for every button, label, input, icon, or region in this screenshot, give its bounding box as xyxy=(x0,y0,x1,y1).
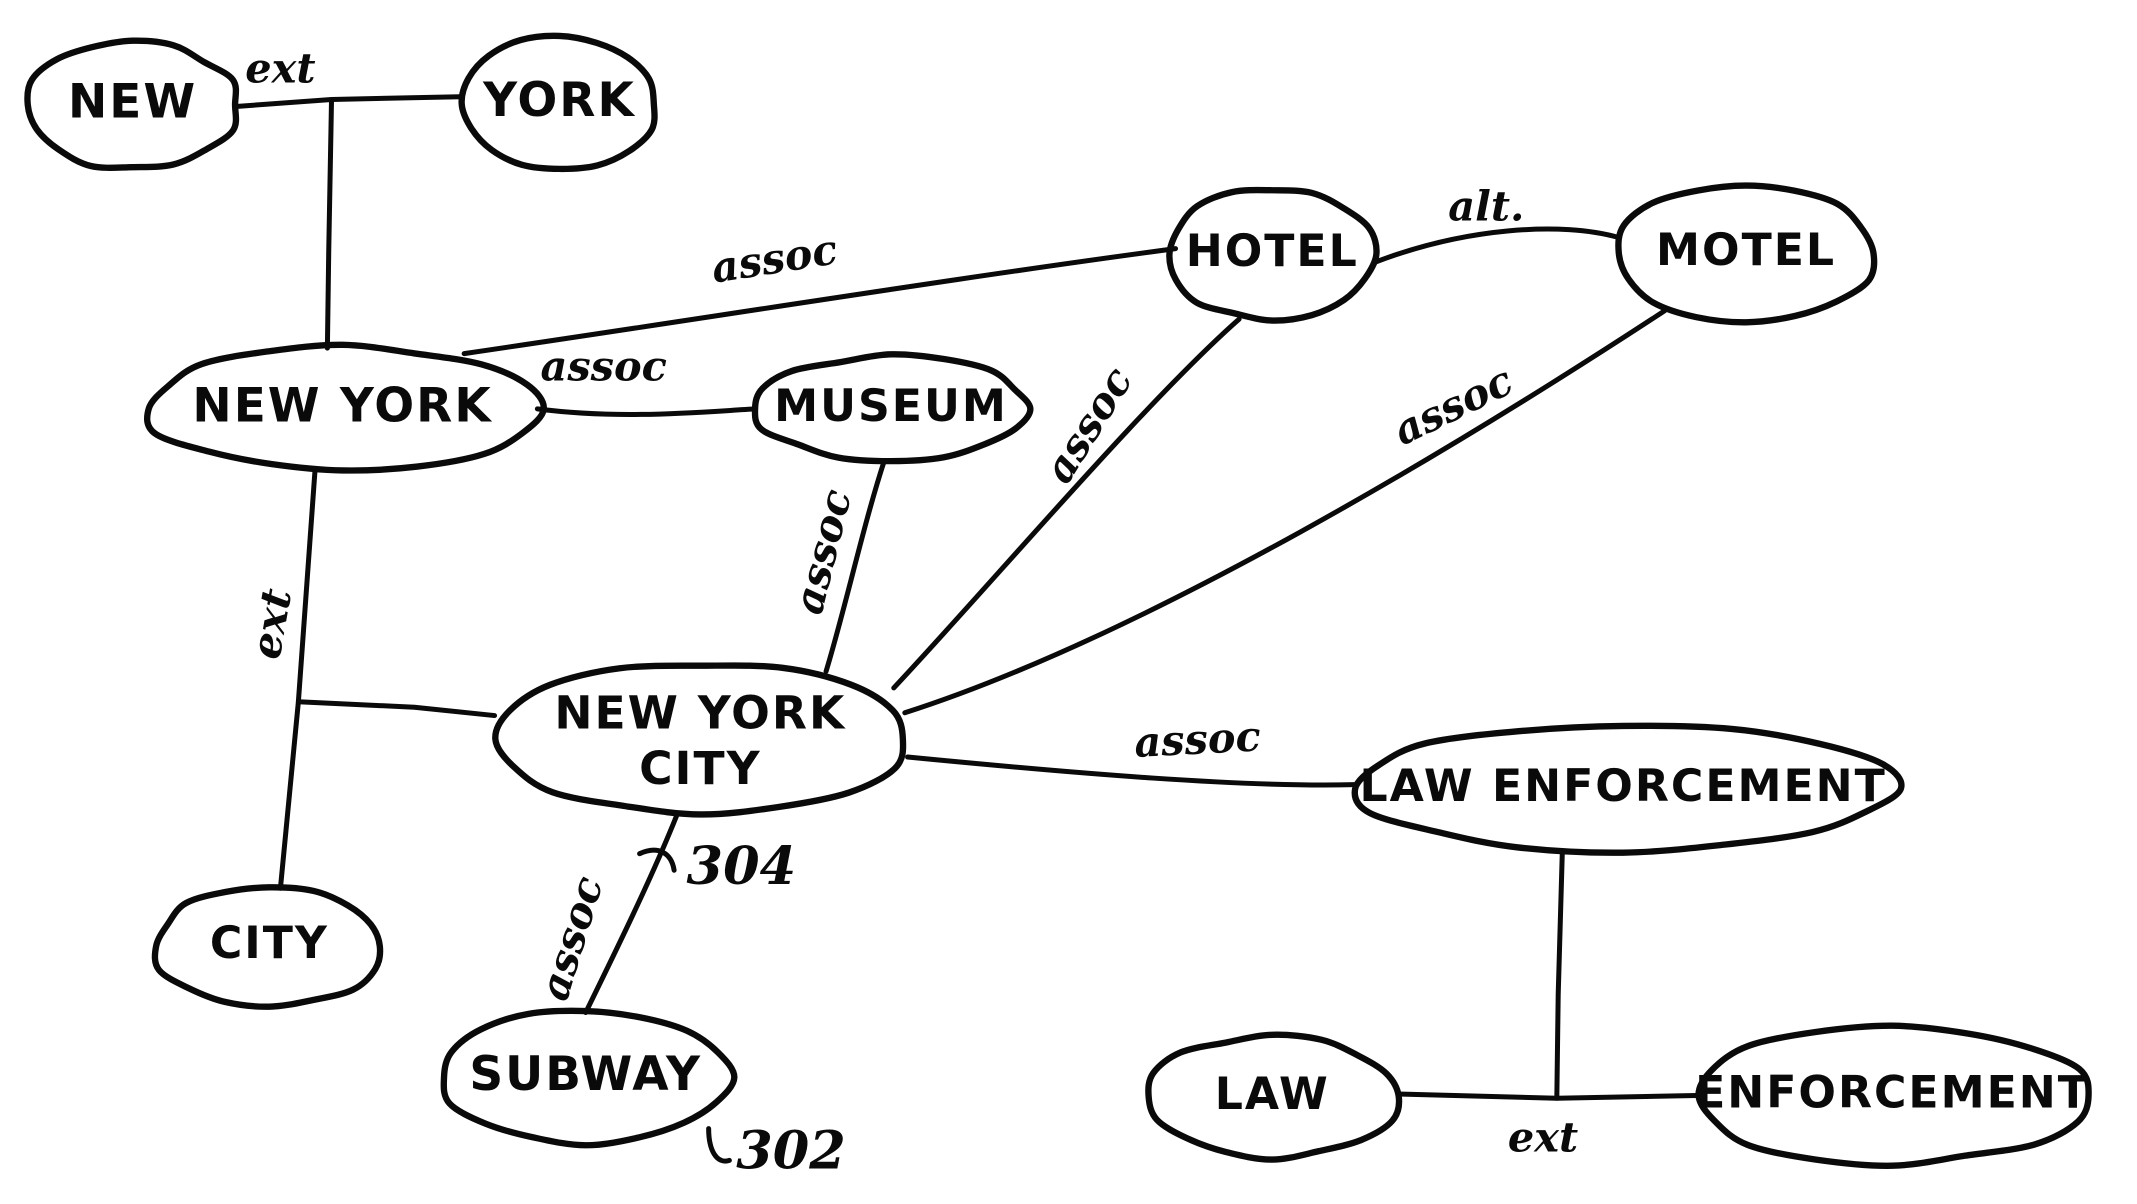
annot-302: 302 xyxy=(706,1120,846,1181)
edge-labels-layer: extassocassocalt.extassocassoc assocassoc… xyxy=(241,43,1578,1161)
node-label-enforcement: ENFORCEMENT xyxy=(1695,1067,2090,1118)
edge-e-nyc-lawenf-assoc[interactable] xyxy=(905,754,1357,788)
node-label-new: NEW xyxy=(68,74,197,129)
edge-label-e-ny-city-ext: ext xyxy=(241,585,301,663)
edge-path xyxy=(902,308,1668,716)
node-label-hotel: HOTEL xyxy=(1186,226,1359,277)
edge-e-hotel-motel-alt[interactable] xyxy=(1371,226,1622,265)
edge-label-e-nyc-museum-assoc: assoc xyxy=(783,484,861,618)
edges-layer xyxy=(235,94,1699,1101)
node-motel[interactable]: MOTEL xyxy=(1615,182,1878,326)
annotation-leader-line xyxy=(706,1126,732,1164)
edge-e-nyc-junction[interactable] xyxy=(295,699,498,719)
edge-path xyxy=(1554,848,1565,1101)
edge-path xyxy=(235,94,463,109)
node-law[interactable]: LAW xyxy=(1145,1031,1403,1163)
edge-path xyxy=(324,96,335,351)
edge-e-ny-museum-assoc[interactable] xyxy=(534,406,759,417)
edge-label-e-new-york-ext: ext xyxy=(245,43,315,92)
node-label-law: LAW xyxy=(1215,1069,1330,1120)
edge-path xyxy=(295,699,498,719)
node-city[interactable]: CITY xyxy=(151,884,384,1010)
edge-path xyxy=(534,406,759,417)
node-label-new_york_city: NEW YORK CITY xyxy=(554,686,846,794)
edge-label-e-hotel-motel-alt: alt. xyxy=(1448,181,1524,230)
node-label-york: YORK xyxy=(482,73,636,128)
edge-label-e-ny-hotel-assoc: assoc xyxy=(708,224,840,292)
node-label-subway: SUBWAY xyxy=(469,1047,702,1102)
edge-label-e-nyc-motel-assoc: assoc xyxy=(1385,356,1520,455)
edge-path xyxy=(905,754,1357,788)
edge-path xyxy=(1395,1091,1699,1101)
node-label-new_york: NEW YORK xyxy=(192,378,492,433)
edge-label-e-nyc-lawenf-assoc: assoc xyxy=(1133,711,1262,767)
node-label-city: CITY xyxy=(210,918,329,969)
node-enforcement[interactable]: ENFORCEMENT xyxy=(1695,1022,2092,1169)
edge-label-e-law-enforcement-ext: ext xyxy=(1508,1113,1578,1162)
node-label-motel: MOTEL xyxy=(1656,225,1836,276)
annot-304-text: 304 xyxy=(687,836,797,897)
edge-label-e-ny-museum-assoc: assoc xyxy=(540,342,666,391)
node-museum[interactable]: MUSEUM xyxy=(751,351,1034,465)
node-label-museum: MUSEUM xyxy=(774,381,1008,432)
nodes-layer: NEW YORK NEW YORK MUSEUM HOTEL MOTEL NEW YORK C… xyxy=(24,32,2092,1169)
semantic-network-diagram: 304302 NEW YORKNEW YORK MUSEUMHOTEL MOTELNE… xyxy=(24,32,2092,1181)
diagram-canvas: 304 302 NEW YORK NEW YORK MUSEUM HOTEL MOTEL NE… xyxy=(0,0,2137,1204)
annot-302-text: 302 xyxy=(736,1120,846,1181)
node-law_enforcement[interactable]: LAW ENFORCEMENT xyxy=(1351,722,1905,856)
edge-path xyxy=(1371,226,1622,265)
node-new_york[interactable]: NEW YORK xyxy=(143,341,547,474)
node-york[interactable]: YORK xyxy=(458,32,658,173)
edge-e-lawenf-ext-joint[interactable] xyxy=(1554,848,1565,1101)
edge-e-nyc-hotel-assoc[interactable] xyxy=(891,316,1242,691)
edge-e-ny-city-ext[interactable] xyxy=(277,468,318,891)
node-new[interactable]: NEW xyxy=(24,37,240,171)
edge-path xyxy=(891,316,1242,691)
edge-e-new-york-ext[interactable] xyxy=(235,94,463,109)
node-subway[interactable]: SUBWAY xyxy=(440,1007,738,1149)
edge-e-nyc-motel-assoc[interactable] xyxy=(902,308,1668,716)
node-hotel[interactable]: HOTEL xyxy=(1166,186,1380,324)
node-label-law_enforcement: LAW ENFORCEMENT xyxy=(1359,761,1886,812)
edge-path xyxy=(277,468,318,891)
edge-e-newyork-junction[interactable] xyxy=(324,96,335,351)
node-new_york_city[interactable]: NEW YORK CITY xyxy=(492,662,907,818)
edge-e-law-enforcement-ext[interactable] xyxy=(1395,1091,1699,1101)
